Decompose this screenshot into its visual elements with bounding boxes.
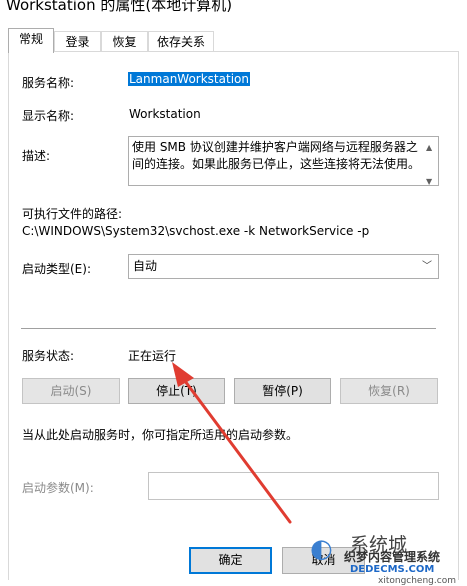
pause-button[interactable]: 暂停(P) xyxy=(234,378,331,404)
tab-strip: 常规 登录 恢复 依存关系 xyxy=(0,28,467,53)
startup-type-select[interactable]: 自动 ﹀ xyxy=(128,254,439,279)
description-scrollbar[interactable]: ▲ ▼ xyxy=(423,137,438,185)
service-status-label: 服务状态: xyxy=(22,349,75,363)
start-params-label: 启动参数(M): xyxy=(22,481,94,495)
watermark-logo-icon: ◐ xyxy=(310,534,333,564)
tab-dependencies[interactable]: 依存关系 xyxy=(148,31,214,51)
tab-recovery[interactable]: 恢复 xyxy=(101,31,148,51)
display-name-value[interactable]: Workstation xyxy=(129,107,201,121)
service-name-label: 服务名称: xyxy=(22,76,75,90)
divider xyxy=(21,328,436,329)
tab-general[interactable]: 常规 xyxy=(8,28,54,53)
title-bar: Workstation 的属性(本地计算机) xyxy=(0,0,467,28)
window-title: Workstation 的属性(本地计算机) xyxy=(6,0,233,14)
chevron-down-icon: ﹀ xyxy=(422,261,432,272)
scroll-down-icon[interactable]: ▼ xyxy=(426,173,432,185)
ok-button[interactable]: 确定 xyxy=(189,547,272,574)
general-panel xyxy=(8,51,459,580)
description-label: 描述: xyxy=(22,149,51,163)
scroll-up-icon[interactable]: ▲ xyxy=(426,139,432,156)
start-button[interactable]: 启动(S) xyxy=(22,378,120,404)
service-status-value: 正在运行 xyxy=(128,349,177,363)
startup-type-value: 自动 xyxy=(133,259,158,273)
display-name-label: 显示名称: xyxy=(22,109,75,123)
tab-logon[interactable]: 登录 xyxy=(54,31,101,51)
path-value[interactable]: C:\WINDOWS\System32\svchost.exe -k Netwo… xyxy=(22,224,369,238)
watermark-line4: xitongcheng.com xyxy=(378,576,456,586)
resume-button[interactable]: 恢复(R) xyxy=(340,378,438,404)
description-textbox[interactable]: 使用 SMB 协议创建并维护客户端网络与远程服务器之间的连接。如果此服务已停止，… xyxy=(128,136,439,186)
path-label: 可执行文件的路径: xyxy=(22,207,123,221)
watermark-line3: DEDECMS.COM xyxy=(350,564,435,575)
description-text: 使用 SMB 协议创建并维护客户端网络与远程服务器之间的连接。如果此服务已停止，… xyxy=(132,140,421,171)
watermark-line2: 织梦内容管理系统 xyxy=(344,550,441,564)
start-params-hint: 当从此处启动服务时，你可指定所适用的启动参数。 xyxy=(22,428,299,442)
stop-button[interactable]: 停止(T) xyxy=(128,378,225,404)
startup-type-label: 启动类型(E): xyxy=(22,262,91,276)
service-name-value[interactable]: LanmanWorkstation xyxy=(128,72,250,86)
watermark: ◐ 系统城 织梦内容管理系统 DEDECMS.COM xitongcheng.c… xyxy=(306,528,467,586)
start-params-input[interactable] xyxy=(148,472,439,500)
